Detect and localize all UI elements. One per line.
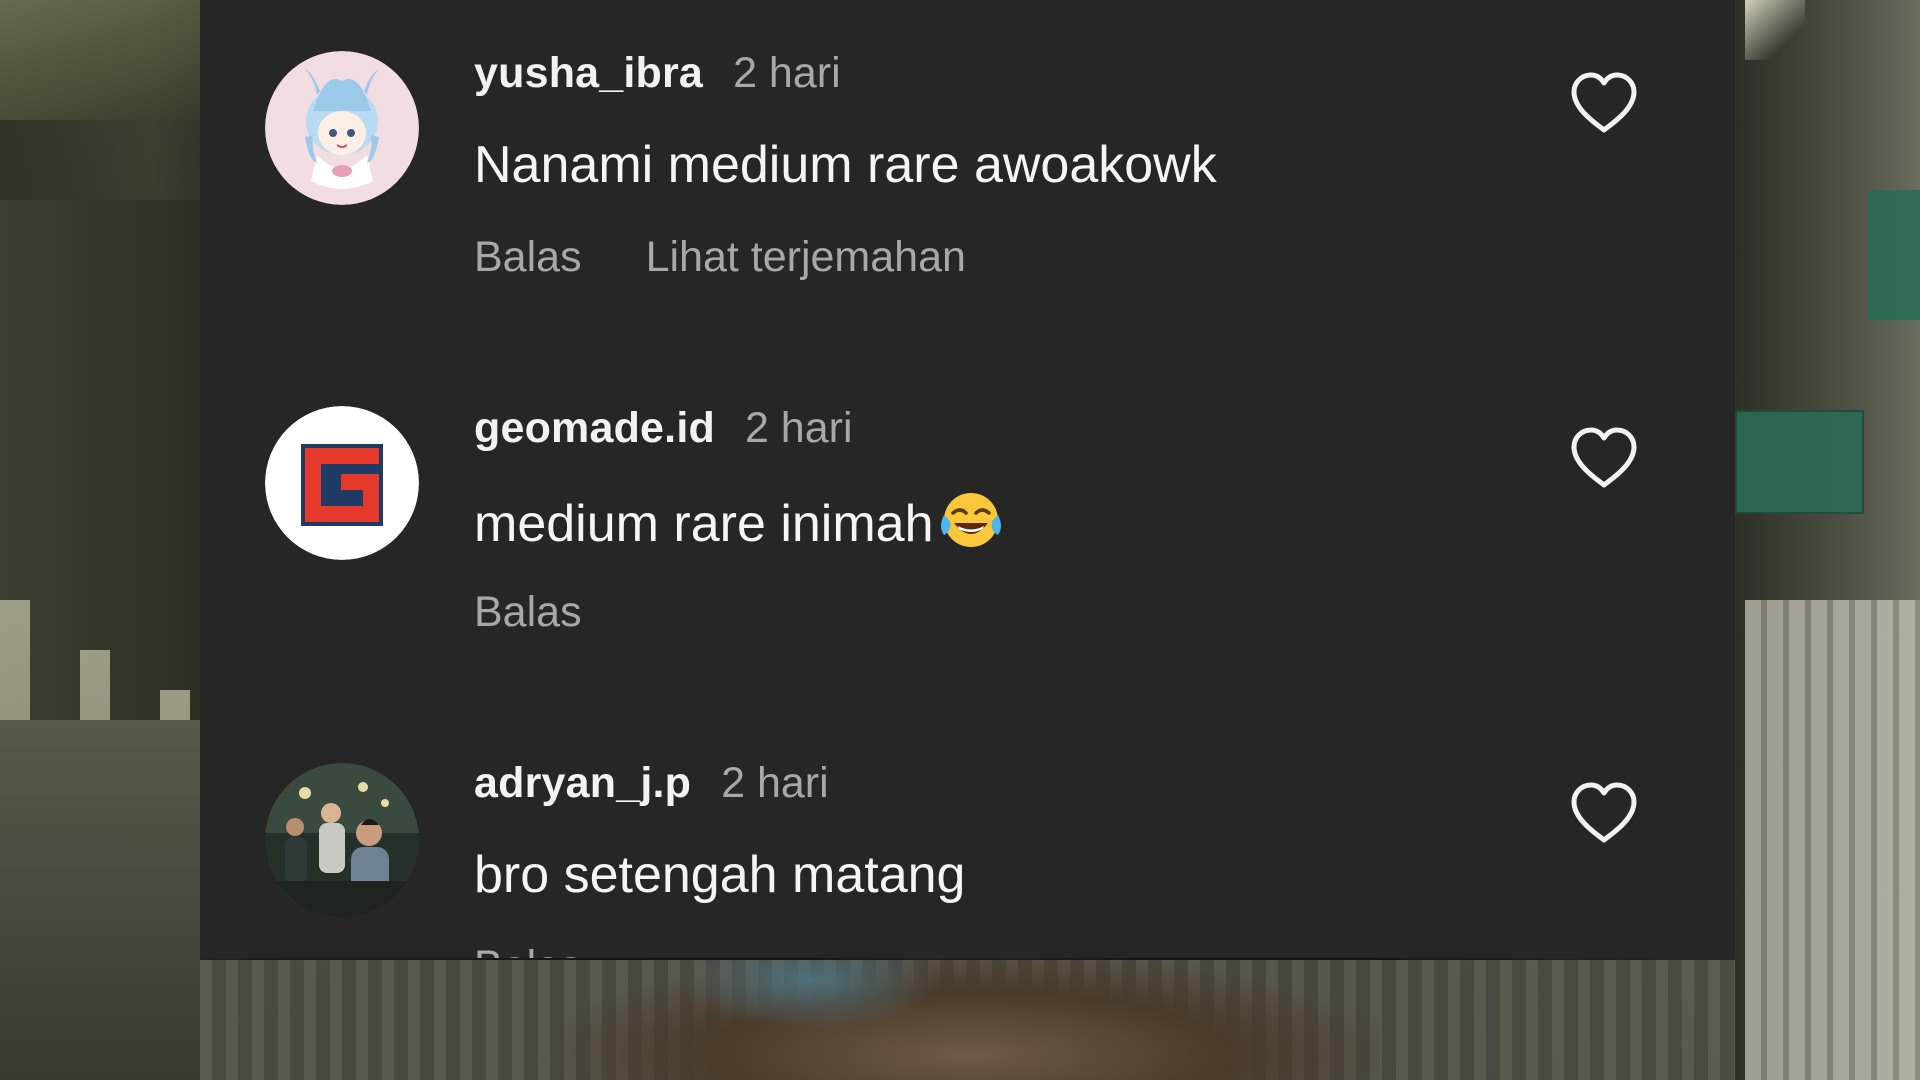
comment-actions-partial: Balas [474,942,646,958]
comment-actions: Balas [474,582,646,642]
reply-button[interactable]: Balas [474,227,582,287]
anime-girl-avatar-icon[interactable] [265,51,419,205]
background-ceiling [0,0,200,120]
background-floor-left [0,720,200,1080]
comment-item: yusha_ibra 2 hari Nanami medium rare awoa… [200,0,1735,300]
comment-text: bro setengah matang [474,846,966,904]
background-character-hair [680,960,940,1030]
heart-outline-icon[interactable] [1568,70,1640,136]
comment-item: adryan_j.p 2 hari bro setengah matang [200,710,1735,958]
heart-outline-icon[interactable] [1568,425,1640,491]
see-translation-button[interactable]: Lihat terjemahan [646,227,966,287]
geomade-logo-icon[interactable] [265,406,419,560]
comment-text: medium rare inimah [474,485,1004,555]
comment-username[interactable]: yusha_ibra [474,49,703,97]
comment-meta: geomade.id 2 hari [474,398,853,458]
comment-meta: adryan_j.p 2 hari [474,753,829,813]
reply-button[interactable]: Balas [474,942,582,958]
comment-item: geomade.id 2 hari medium rare inimah Bala… [200,355,1735,655]
background-sign [1868,190,1920,320]
background-light [1745,0,1805,60]
reply-button[interactable]: Balas [474,582,582,642]
photo-avatar-icon[interactable] [265,763,419,917]
background-sign [1735,410,1864,514]
background-shutter [1745,600,1920,1080]
comment-meta: yusha_ibra 2 hari [474,43,841,103]
comment-username[interactable]: geomade.id [474,404,715,452]
background-left-wall [0,200,200,720]
comment-actions: Balas Lihat terjemahan [474,227,1030,287]
comment-text-content: medium rare inimah [474,495,934,553]
comment-username[interactable]: adryan_j.p [474,759,691,807]
face-with-tears-of-joy-icon [938,485,1004,551]
comment-time: 2 hari [721,759,829,807]
comment-text: Nanami medium rare awoakowk [474,136,1217,194]
comments-panel: yusha_ibra 2 hari Nanami medium rare awoa… [200,0,1735,958]
heart-outline-icon[interactable] [1568,780,1640,846]
comment-time: 2 hari [733,49,841,97]
comment-time: 2 hari [744,404,853,452]
